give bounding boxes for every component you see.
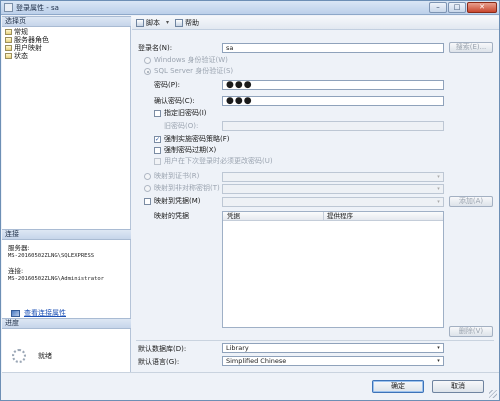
add-credential-button[interactable]: 添加(A) — [449, 196, 493, 207]
must-change-checkbox[interactable] — [154, 158, 161, 165]
enforce-expiration-checkbox[interactable] — [154, 147, 161, 154]
remove-credential-button[interactable]: 删除(V) — [449, 326, 493, 337]
default-db-label: 默认数据库(D): — [138, 345, 187, 353]
connection-info: 服务器: MS-20160502ZLNG\SQLEXPRESS 连接: MS-2… — [8, 244, 128, 283]
page-item-label: 常规 — [14, 28, 28, 36]
minimize-button[interactable]: – — [429, 2, 447, 13]
chevron-down-icon: ▾ — [437, 186, 440, 192]
specify-old-password-checkbox[interactable] — [154, 110, 161, 117]
enforce-policy-label: 强制实施密码策略(F) — [164, 135, 230, 143]
dialog-footer: 确定 取消 — [2, 372, 499, 400]
window-controls: – □ ✕ — [429, 2, 497, 14]
default-db-dropdown[interactable]: Library ▾ — [222, 343, 444, 353]
default-lang-label: 默认语言(G): — [138, 358, 180, 366]
help-icon — [175, 18, 184, 27]
login-name-label: 登录名(N): — [138, 44, 173, 52]
connection-header: 连接 — [2, 229, 131, 240]
sql-auth-label: SQL Server 身份验证(S) — [154, 67, 234, 75]
windows-auth-label: Windows 身份验证(W) — [154, 56, 228, 64]
cert-dropdown[interactable]: ▾ — [222, 172, 444, 182]
search-button[interactable]: 搜索(E)... — [449, 42, 493, 53]
page-item-user-mapping[interactable]: 用户映射 — [5, 44, 49, 52]
page-icon — [5, 45, 12, 51]
password-input[interactable]: ●●● — [222, 80, 444, 90]
server-label: 服务器: — [8, 244, 30, 252]
help-label: 帮助 — [185, 18, 200, 27]
page-icon — [5, 53, 12, 59]
old-password-input[interactable] — [222, 121, 444, 131]
connection-value: MS-20160502ZLNG\Administrator — [8, 276, 105, 282]
page-icon — [5, 29, 12, 35]
page-icon — [5, 37, 12, 43]
default-db-value: Library — [226, 344, 249, 352]
script-button[interactable]: 脚本 — [136, 18, 160, 28]
chevron-down-icon: ▾ — [437, 358, 440, 364]
page-item-label: 服务器角色 — [14, 36, 49, 44]
confirm-password-label: 确认密码(C): — [154, 97, 195, 105]
maximize-button[interactable]: □ — [448, 2, 466, 13]
specify-old-password-label: 指定旧密码(I) — [164, 109, 207, 117]
page-item-general[interactable]: 常规 — [5, 28, 49, 36]
cert-map-radio[interactable] — [144, 173, 151, 180]
right-pane: 脚本 ▾ 帮助 登录名(N): sa 搜索(E)... Windows 身份验证… — [132, 16, 499, 372]
windows-auth-radio[interactable] — [144, 57, 151, 64]
script-dropdown-icon[interactable]: ▾ — [166, 19, 169, 26]
progress-header: 进度 — [2, 318, 131, 329]
login-name-input[interactable]: sa — [222, 43, 444, 53]
connection-label: 连接: — [8, 267, 24, 275]
left-pane: 选择页 常规 服务器角色 用户映射 状态 连接 服务器: MS-20160502… — [2, 16, 131, 372]
must-change-label: 用户在下次登录时必须更改密码(U) — [164, 157, 273, 165]
page-item-status[interactable]: 状态 — [5, 52, 49, 60]
enforce-policy-checkbox[interactable]: ✓ — [154, 136, 161, 143]
progress-status: 就绪 — [38, 352, 52, 360]
confirm-password-input[interactable]: ●●● — [222, 96, 444, 106]
progress-spinner-icon — [12, 349, 26, 363]
help-button[interactable]: 帮助 — [175, 18, 199, 28]
toolbar: 脚本 ▾ 帮助 — [132, 16, 499, 30]
mapped-credentials-grid[interactable]: 凭据 提供程序 — [222, 211, 444, 328]
map-credential-label: 映射到凭据(M) — [154, 197, 201, 205]
default-lang-dropdown[interactable]: Simplified Chinese ▾ — [222, 356, 444, 366]
page-list: 常规 服务器角色 用户映射 状态 — [5, 28, 49, 60]
grid-header: 凭据 提供程序 — [223, 212, 443, 221]
ok-button[interactable]: 确定 — [372, 380, 424, 393]
page-item-server-roles[interactable]: 服务器角色 — [5, 36, 49, 44]
resize-grip-icon[interactable] — [489, 390, 497, 398]
properties-icon — [11, 309, 20, 317]
chevron-down-icon: ▾ — [437, 199, 440, 205]
view-connection-properties-link[interactable]: 查看连接属性 — [24, 308, 66, 318]
sql-auth-radio[interactable] — [144, 68, 151, 75]
title-bar: 登录属性 - sa – □ ✕ — [1, 1, 499, 15]
script-label: 脚本 — [146, 18, 160, 27]
server-value: MS-20160502ZLNG\SQLEXPRESS — [8, 253, 95, 259]
script-icon — [136, 18, 144, 27]
mapped-credentials-label: 映射的凭据 — [154, 212, 189, 220]
view-connection-properties[interactable]: 查看连接属性 — [11, 308, 66, 318]
chevron-down-icon: ▾ — [437, 174, 440, 180]
grid-header-credential[interactable]: 凭据 — [227, 212, 240, 220]
asym-key-dropdown[interactable]: ▾ — [222, 184, 444, 194]
window-icon — [4, 3, 13, 12]
progress-area: 就绪 — [12, 349, 52, 363]
window-title: 登录属性 - sa — [16, 4, 59, 12]
asym-key-map-radio[interactable] — [144, 185, 151, 192]
old-password-label: 旧密码(O): — [164, 122, 199, 130]
credential-dropdown[interactable]: ▾ — [222, 197, 444, 207]
cancel-button[interactable]: 取消 — [432, 380, 484, 393]
page-item-label: 用户映射 — [14, 44, 42, 52]
divider — [136, 340, 494, 341]
map-credential-checkbox[interactable] — [144, 198, 151, 205]
cert-map-label: 映射到证书(R) — [154, 172, 200, 180]
page-item-label: 状态 — [14, 52, 28, 60]
asym-key-map-label: 映射到非对称密钥(T) — [154, 184, 220, 192]
select-page-header: 选择页 — [2, 16, 131, 27]
password-label: 密码(P): — [154, 81, 181, 89]
default-lang-value: Simplified Chinese — [226, 357, 287, 365]
close-button[interactable]: ✕ — [467, 2, 497, 13]
enforce-expiration-label: 强制密码过期(X) — [164, 146, 217, 154]
chevron-down-icon: ▾ — [437, 345, 440, 351]
login-properties-window: 登录属性 - sa – □ ✕ 选择页 常规 服务器角色 用户映射 状态 连接 … — [0, 0, 500, 401]
grid-header-provider[interactable]: 提供程序 — [323, 212, 443, 220]
